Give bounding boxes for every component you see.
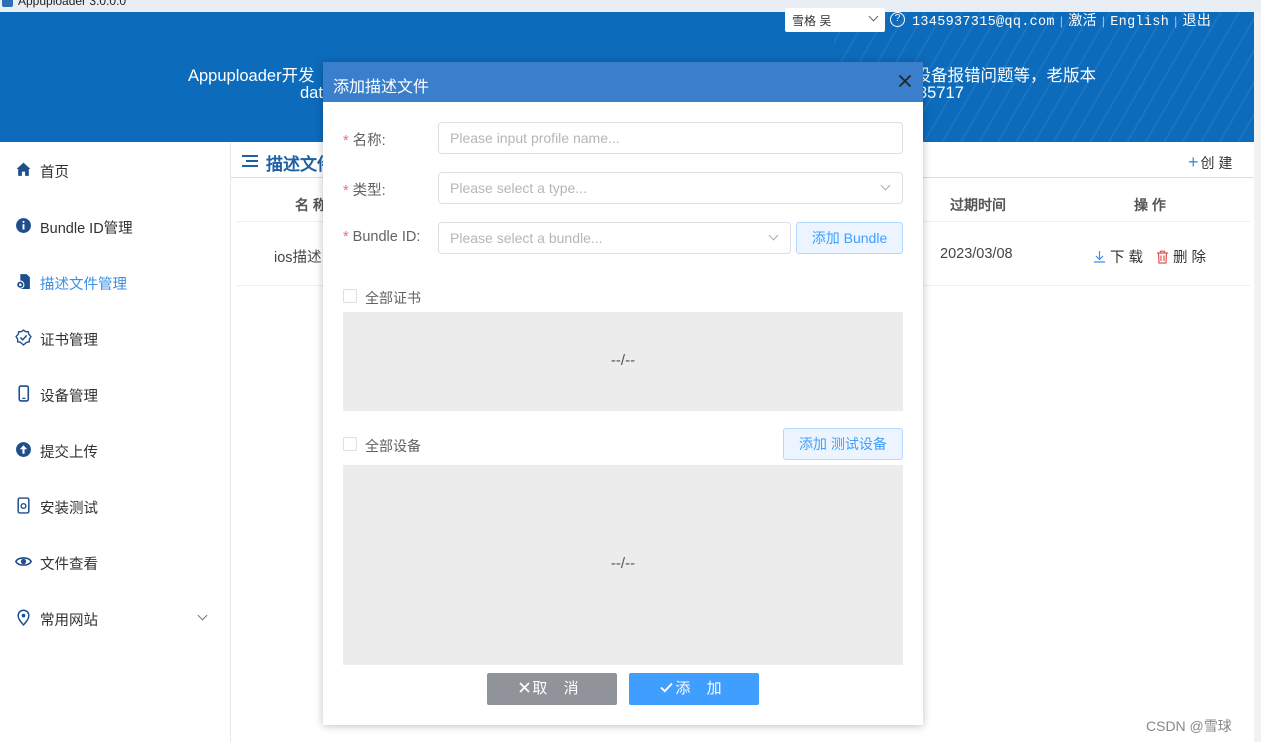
sidebar-item-submit-upload[interactable]: 提交上传	[0, 422, 230, 478]
cell-profile-name: ios描述	[274, 250, 322, 266]
user-name: 雪格 吴	[792, 14, 832, 28]
info-icon	[16, 218, 31, 233]
add-bundle-button[interactable]: 添加 Bundle	[796, 222, 903, 254]
sidebar-item-profiles[interactable]: 描述文件管理	[0, 254, 230, 310]
dialog-title: 添加描述文件	[333, 79, 430, 96]
notice-text-right-2: 35717	[918, 84, 964, 102]
sidebar-item-label: 文件查看	[40, 557, 98, 573]
profile-name-input[interactable]: Please input profile name...	[438, 122, 903, 154]
notice-text-left: Appuploader开发	[188, 67, 315, 85]
sidebar-item-label: Bundle ID管理	[40, 221, 133, 237]
cancel-button[interactable]: 取 消	[487, 673, 617, 705]
eye-icon	[15, 557, 32, 566]
sidebar-item-label: 首页	[40, 165, 69, 181]
cell-expiry: 2023/03/08	[940, 246, 1013, 262]
bundle-id-select[interactable]: Please select a bundle...	[438, 222, 791, 254]
install-icon	[17, 497, 30, 514]
add-test-device-button[interactable]: 添加 测试设备	[783, 428, 903, 460]
download-link[interactable]: 下 载	[1093, 246, 1143, 267]
delete-link[interactable]: 删 除	[1156, 246, 1206, 267]
close-icon	[519, 682, 531, 693]
chevron-down-icon	[768, 230, 779, 241]
top-links: 1345937315@qq.com | 激活 | English | 退出	[912, 13, 1212, 30]
user-select[interactable]: 雪格 吴	[785, 8, 885, 32]
sidebar-item-label: 安装测试	[40, 501, 98, 517]
certificates-list: --/--	[343, 312, 903, 411]
sidebar-item-home[interactable]: 首页	[0, 142, 230, 198]
input-placeholder: Please input profile name...	[450, 130, 620, 146]
bundle-id-label: * Bundle ID:	[343, 229, 421, 245]
sidebar-item-file-view[interactable]: 文件查看	[0, 534, 230, 590]
dialog-header: 添加描述文件	[323, 62, 923, 102]
check-icon	[660, 682, 674, 693]
create-button[interactable]: + 创 建	[1188, 152, 1232, 173]
all-certificates-checkbox[interactable]	[343, 289, 357, 303]
empty-state: --/--	[610, 352, 636, 369]
upload-icon	[16, 442, 31, 457]
plus-icon: +	[1188, 152, 1199, 172]
type-select[interactable]: Please select a type...	[438, 172, 903, 204]
all-certificates-label: 全部证书	[365, 290, 421, 306]
type-label: * 类型:	[343, 183, 386, 199]
app-icon	[2, 0, 13, 7]
name-label: * 名称:	[343, 133, 386, 149]
create-label: 创 建	[1200, 155, 1233, 171]
phone-icon	[18, 385, 30, 402]
profile-file-icon	[16, 274, 30, 289]
delete-label: 删 除	[1173, 250, 1207, 266]
sidebar: 首页 Bundle ID管理 描述文件管理 证书管理 设备管理 提交上传 安装测…	[0, 142, 231, 742]
sidebar-item-label: 提交上传	[40, 445, 98, 461]
sidebar-item-label: 描述文件管理	[40, 277, 127, 293]
all-devices-label: 全部设备	[365, 438, 421, 454]
download-icon	[1094, 251, 1105, 263]
help-circle-icon[interactable]: ?	[890, 12, 905, 27]
confirm-add-button[interactable]: 添 加	[629, 673, 759, 705]
list-icon	[242, 155, 258, 167]
devices-list: --/--	[343, 465, 903, 665]
certificate-icon	[15, 329, 32, 346]
location-icon	[17, 609, 30, 626]
watermark: CSDN @雪球	[1146, 718, 1232, 734]
window-edge	[1254, 12, 1261, 742]
close-icon[interactable]	[896, 72, 914, 90]
notice-text-right: 加设备报错问题等，老版本	[898, 67, 1096, 85]
add-profile-dialog: 添加描述文件 * 名称: Please input profile name...…	[323, 62, 923, 725]
sidebar-item-devices[interactable]: 设备管理	[0, 366, 230, 422]
sidebar-item-common-sites[interactable]: 常用网站	[0, 590, 230, 646]
sidebar-item-label: 设备管理	[40, 389, 98, 405]
sidebar-item-label: 常用网站	[40, 613, 98, 629]
home-icon	[16, 162, 31, 176]
chevron-down-icon	[868, 11, 879, 22]
chevron-down-icon	[197, 610, 208, 621]
column-header-actions: 操 作	[1134, 197, 1166, 213]
activate-link[interactable]: 激活	[1068, 13, 1097, 29]
select-placeholder: Please select a bundle...	[450, 230, 603, 246]
select-placeholder: Please select a type...	[450, 180, 587, 196]
language-link[interactable]: English	[1110, 15, 1169, 30]
column-header-expiry: 过期时间	[950, 197, 1006, 213]
notice-text-left-2: dat	[300, 84, 323, 102]
trash-icon	[1157, 250, 1168, 264]
sidebar-item-install-test[interactable]: 安装测试	[0, 478, 230, 534]
sidebar-item-certificates[interactable]: 证书管理	[0, 310, 230, 366]
empty-state: --/--	[610, 555, 636, 572]
all-devices-checkbox[interactable]	[343, 437, 357, 451]
chevron-down-icon	[880, 180, 891, 191]
email-link[interactable]: 1345937315@qq.com	[912, 15, 1055, 30]
download-label: 下 载	[1110, 250, 1144, 266]
sidebar-item-label: 证书管理	[40, 333, 98, 349]
window-title: Appuploader 3.0.0.0	[18, 0, 127, 8]
logout-link[interactable]: 退出	[1183, 13, 1212, 29]
sidebar-item-bundle-id[interactable]: Bundle ID管理	[0, 198, 230, 254]
